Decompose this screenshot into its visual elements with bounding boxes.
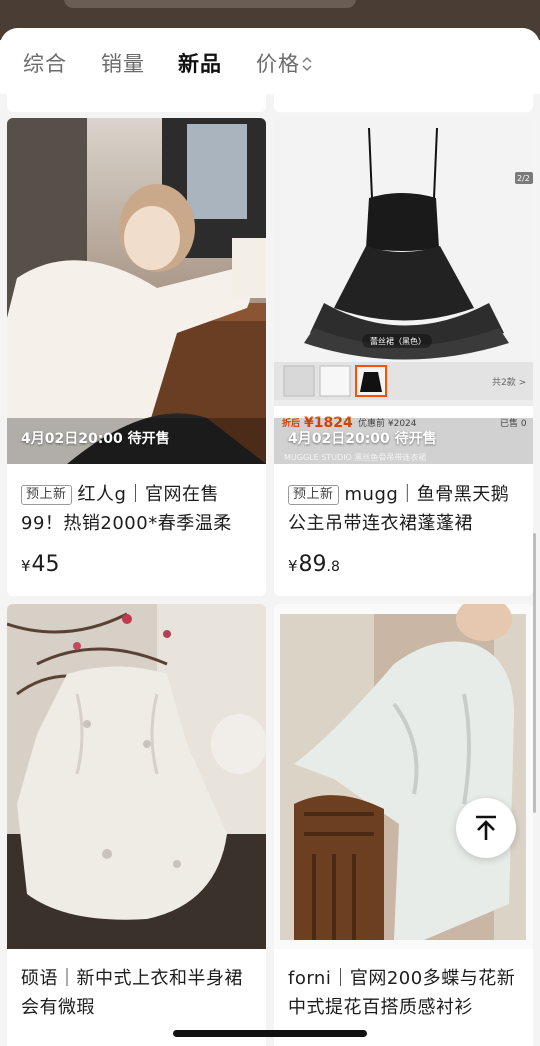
home-indicator[interactable] bbox=[173, 1030, 367, 1037]
tab-comprehensive[interactable]: 综合 bbox=[23, 48, 67, 78]
page-indicator: 2/2 bbox=[517, 174, 530, 183]
product-title: forni｜官网200多蝶与花新中式提花百搭质感衬衫 bbox=[288, 964, 521, 1022]
prev-card-left[interactable] bbox=[7, 88, 266, 112]
sort-updown-icon bbox=[302, 55, 312, 73]
scrollbar[interactable] bbox=[533, 533, 536, 813]
price-decimal: .8 bbox=[326, 559, 340, 575]
scroll-to-top-button[interactable] bbox=[456, 798, 516, 858]
product-image bbox=[274, 604, 533, 949]
filter-sheet: 综合 销量 新品 价格 4月02日20:00 待开售 预上新 红人g｜官网在售9… bbox=[0, 28, 540, 1046]
product-price: ¥89.8 bbox=[288, 552, 340, 577]
product-title-text: 硕语｜新中式上衣和半身裙 会有微瑕 bbox=[21, 968, 243, 1018]
currency-symbol: ¥ bbox=[21, 557, 31, 575]
presale-badge: 预上新 bbox=[21, 485, 72, 505]
arrow-up-to-top-icon bbox=[476, 815, 496, 840]
product-image bbox=[7, 604, 266, 949]
product-image: 2/2 蕾丝裙（黑色） 共2款 > 折后 ¥1824 优惠前 ¥2024 已售 … bbox=[274, 118, 533, 464]
product-card[interactable]: 2/2 蕾丝裙（黑色） 共2款 > 折后 ¥1824 优惠前 ¥2024 已售 … bbox=[274, 118, 533, 596]
prev-card-right[interactable] bbox=[274, 88, 533, 112]
price-integer: 89 bbox=[298, 552, 327, 577]
cut-text: MUGGLE STUDIO 黑丝鱼骨吊带连衣裙 bbox=[284, 452, 426, 462]
product-title: 预上新 红人g｜官网在售99！热销2000*春季温柔 bbox=[21, 480, 254, 538]
presale-badge: 预上新 bbox=[288, 485, 339, 505]
product-card[interactable]: 硕语｜新中式上衣和半身裙 会有微瑕 bbox=[7, 604, 266, 1046]
tab-price[interactable]: 价格 bbox=[256, 48, 312, 78]
currency-symbol: ¥ bbox=[288, 557, 298, 575]
product-title: 硕语｜新中式上衣和半身裙 会有微瑕 bbox=[21, 964, 254, 1022]
price-integer: 45 bbox=[31, 552, 60, 577]
tab-sales[interactable]: 销量 bbox=[101, 48, 145, 78]
product-card[interactable]: 4月02日20:00 待开售 预上新 红人g｜官网在售99！热销2000*春季温柔… bbox=[7, 118, 266, 596]
sale-time-label: 4月02日20:00 待开售 bbox=[21, 431, 170, 447]
sort-tabs: 综合 销量 新品 价格 bbox=[0, 28, 540, 94]
product-title-text: forni｜官网200多蝶与花新中式提花百搭质感衬衫 bbox=[288, 968, 516, 1018]
product-image: 4月02日20:00 待开售 bbox=[7, 118, 266, 464]
sale-time-label: 4月02日20:00 待开售 bbox=[288, 431, 437, 447]
tab-price-label: 价格 bbox=[256, 52, 300, 76]
product-title: 预上新 mugg｜鱼骨黑天鹅公主吊带连衣裙蓬蓬裙 bbox=[288, 480, 521, 538]
variant-count: 共2款 > bbox=[492, 376, 526, 388]
dress-caption: 蕾丝裙（黑色） bbox=[370, 336, 426, 346]
product-price: ¥45 bbox=[21, 552, 60, 577]
tab-newest[interactable]: 新品 bbox=[178, 48, 222, 78]
search-pill[interactable] bbox=[64, 0, 356, 8]
